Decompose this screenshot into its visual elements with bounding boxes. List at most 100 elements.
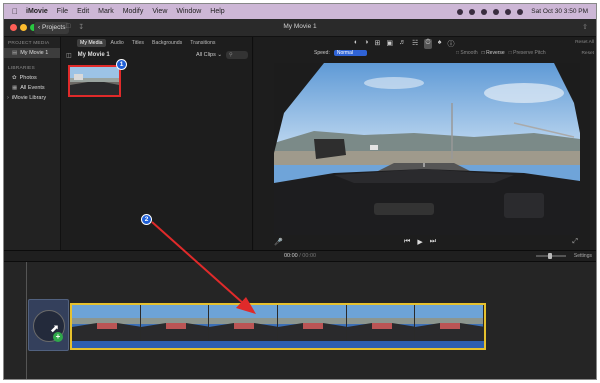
- adjustment-toolbar: ◐ ◑ ⊞ ▣ ♬ ☵ ⏱ ♠ ⓘ: [354, 39, 454, 49]
- sidebar-toggle-icon[interactable]: ◫: [66, 52, 72, 59]
- skip-back-icon[interactable]: ⏮: [404, 238, 410, 246]
- sidebar-item-photos[interactable]: ✿ Photos: [4, 73, 60, 83]
- search-icon[interactable]: [505, 8, 512, 15]
- play-icon[interactable]: ▶: [417, 238, 422, 246]
- step-badge-1: 1: [116, 59, 127, 70]
- menu-imovie[interactable]: iMovie: [26, 8, 48, 15]
- timeline-header: 00:00 / 00:00 Settings: [4, 250, 596, 262]
- preserve-pitch-label: Preserve Pitch: [513, 50, 546, 56]
- libraries-header: LIBRARIES: [8, 66, 35, 71]
- clip-frame: [278, 305, 347, 341]
- tab-my-media[interactable]: My Media: [77, 39, 106, 47]
- menu-mark[interactable]: Mark: [98, 8, 114, 15]
- timeline-drop-zone[interactable]: ⬈ +: [28, 299, 69, 351]
- disclosure-icon: ›: [7, 95, 9, 101]
- clip-filter-icon[interactable]: ♠: [438, 39, 442, 49]
- playhead[interactable]: [26, 262, 27, 379]
- info-icon[interactable]: ⓘ: [447, 39, 454, 49]
- clip-filter-label: All Clips: [195, 52, 216, 58]
- menu-help[interactable]: Help: [210, 8, 224, 15]
- color-correction-icon[interactable]: ◑: [364, 39, 368, 49]
- color-balance-icon[interactable]: ◐: [354, 39, 358, 49]
- imovie-window:  iMovie File Edit Mark Modify View Wind…: [3, 3, 597, 380]
- media-browser: My Media Audio Titles Backgrounds Transi…: [61, 37, 253, 250]
- wifi-icon[interactable]: [493, 8, 500, 15]
- sidebar-item-all-events[interactable]: ▦ All Events: [4, 83, 60, 93]
- menu-edit[interactable]: Edit: [77, 8, 89, 15]
- sidebar-item-label: Photos: [19, 75, 37, 81]
- sidebar-item-my-movie[interactable]: ▤ My Movie 1: [4, 48, 60, 58]
- menu-clock[interactable]: Sat Oct 30 3:50 PM: [531, 8, 588, 15]
- zoom-knob[interactable]: [548, 253, 552, 259]
- playback-controls: 🎤 ⏮ ▶ ⏭ ⤢: [254, 238, 596, 248]
- crop-icon[interactable]: ⊞: [374, 39, 380, 49]
- browser-tabs: My Media Audio Titles Backgrounds Transi…: [77, 39, 218, 47]
- sidebar-item-label: My Movie 1: [20, 50, 49, 56]
- project-media-header: PROJECT MEDIA: [8, 41, 50, 46]
- sidebar-item-label: All Events: [20, 85, 45, 91]
- menu-file[interactable]: File: [57, 8, 68, 15]
- clip-filter-dropdown[interactable]: All Clips ⌄: [196, 52, 222, 58]
- dashcam-frame-image: [274, 63, 580, 235]
- film-icon: ▤: [12, 50, 18, 56]
- menu-extras: Sat Oct 30 3:50 PM: [457, 4, 588, 19]
- window-title: My Movie 1: [283, 23, 317, 30]
- fullscreen-icon[interactable]: ⤢: [572, 238, 578, 246]
- media-clip-thumbnail[interactable]: [68, 65, 121, 97]
- browser-search-field[interactable]: ⚲: [226, 51, 248, 59]
- timecode-current: 00:00: [283, 253, 298, 259]
- timeline-settings-button[interactable]: Settings: [574, 253, 592, 259]
- step-badge-2: 2: [141, 214, 152, 225]
- sidebar-item-label: iMovie Library: [11, 95, 47, 101]
- timeline[interactable]: ⬈ +: [4, 262, 596, 379]
- timecode-total: 00:00: [302, 253, 317, 259]
- timeline-zoom-slider[interactable]: [536, 253, 566, 259]
- tab-audio[interactable]: Audio: [108, 39, 127, 47]
- battery-icon[interactable]: [481, 8, 488, 15]
- apple-icon[interactable]: : [12, 7, 18, 16]
- events-icon: ▦: [12, 85, 18, 91]
- reset-all-button[interactable]: Reset All: [575, 40, 594, 45]
- menu-window[interactable]: Window: [176, 8, 201, 15]
- smooth-label: Smooth: [460, 50, 478, 56]
- reverse-label: Reverse: [486, 50, 505, 56]
- control-center-icon[interactable]: [517, 8, 524, 15]
- status-icon[interactable]: [469, 8, 476, 15]
- timeline-clip[interactable]: [70, 303, 486, 350]
- add-plus-icon: +: [53, 332, 63, 342]
- reset-button[interactable]: Reset: [581, 51, 594, 56]
- tab-backgrounds[interactable]: Backgrounds: [149, 39, 185, 47]
- toolbar-right: ⇧: [582, 23, 588, 31]
- clip-thumbnail-image: [70, 67, 119, 95]
- export-icon[interactable]: ⇧: [582, 23, 588, 31]
- menu-view[interactable]: View: [152, 8, 167, 15]
- browser-title: My Movie 1: [77, 52, 110, 58]
- speed-icon[interactable]: ⏱: [424, 39, 432, 49]
- video-preview[interactable]: [274, 63, 580, 235]
- speed-value: Normal: [336, 50, 353, 56]
- tab-transitions[interactable]: Transitions: [187, 39, 218, 47]
- smooth-checkbox[interactable]: □ Smooth: [456, 50, 478, 56]
- volume-icon[interactable]: ♬: [399, 39, 406, 49]
- menu-modify[interactable]: Modify: [123, 8, 144, 15]
- speed-dropdown[interactable]: Normal: [333, 50, 367, 56]
- tab-titles[interactable]: Titles: [129, 39, 147, 47]
- clip-frame: [209, 305, 279, 341]
- photos-icon: ✿: [12, 75, 17, 81]
- viewer-panel: ◐ ◑ ⊞ ▣ ♬ ☵ ⏱ ♠ ⓘ Reset All Speed: Norma…: [254, 37, 596, 250]
- reverse-checkbox[interactable]: □ Reverse: [482, 50, 505, 56]
- skip-forward-icon[interactable]: ⏭: [430, 238, 436, 246]
- preserve-pitch-checkbox[interactable]: □ Preserve Pitch: [509, 50, 546, 56]
- menu-bar:  iMovie File Edit Mark Modify View Wind…: [4, 4, 596, 19]
- library-sidebar: PROJECT MEDIA ▤ My Movie 1 LIBRARIES ✿ Pho…: [4, 37, 61, 250]
- browser-header: ◫ My Movie 1 All Clips ⌄ ⚲: [61, 49, 252, 61]
- sidebar-item-imovie-library[interactable]: › iMovie Library: [4, 93, 60, 103]
- microphone-icon[interactable]: 🎤: [274, 238, 283, 246]
- record-icon[interactable]: [457, 8, 464, 15]
- noise-reduction-icon[interactable]: ☵: [412, 39, 418, 49]
- clip-frame: [415, 305, 484, 341]
- clip-filmstrip: [72, 305, 484, 341]
- stabilization-icon[interactable]: ▣: [386, 39, 393, 49]
- clip-audio-waveform: [72, 341, 484, 348]
- clip-frame: [72, 305, 141, 341]
